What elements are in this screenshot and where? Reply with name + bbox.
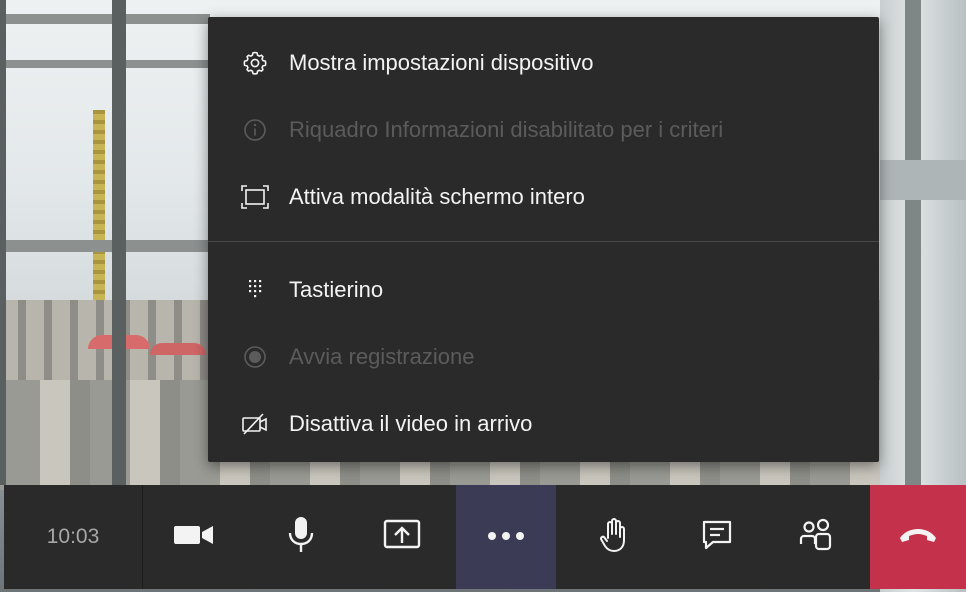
menu-item-disable-incoming-video[interactable]: Disattiva il video in arrivo — [208, 395, 879, 453]
dialpad-icon — [241, 276, 269, 304]
menu-item-label: Avvia registrazione — [289, 344, 475, 369]
hand-icon — [597, 516, 631, 559]
hang-up-button[interactable] — [870, 485, 966, 589]
umbrella — [150, 343, 206, 355]
raise-hand-button[interactable] — [574, 485, 654, 589]
participants-button[interactable] — [776, 485, 856, 589]
menu-item-device-settings[interactable]: Mostra impostazioni dispositivo — [208, 34, 879, 92]
record-icon — [241, 343, 269, 371]
call-toolbar: 10:03 — [4, 485, 966, 589]
gear-icon — [241, 49, 269, 77]
share-screen-icon — [382, 518, 422, 557]
menu-item-start-recording: Avvia registrazione — [208, 328, 879, 386]
phone-hangup-icon — [897, 526, 939, 549]
menu-item-label: Mostra impostazioni dispositivo — [289, 50, 594, 75]
more-actions-button[interactable] — [456, 485, 556, 589]
camera-button[interactable] — [154, 485, 234, 589]
share-button[interactable] — [362, 485, 442, 589]
chat-button[interactable] — [682, 485, 752, 589]
crane — [93, 110, 105, 300]
chat-icon — [700, 518, 734, 557]
menu-item-fullscreen[interactable]: Attiva modalità schermo intero — [208, 168, 879, 226]
people-icon — [797, 516, 835, 559]
menu-item-label: Attiva modalità schermo intero — [289, 184, 585, 209]
fullscreen-icon — [241, 183, 269, 211]
more-actions-menu: Mostra impostazioni dispositivo Riquadro… — [208, 17, 879, 462]
menu-item-info-pane: Riquadro Informazioni disabilitato per i… — [208, 101, 879, 159]
microphone-icon — [286, 515, 316, 560]
menu-item-label: Tastierino — [289, 277, 384, 302]
menu-item-dialpad[interactable]: Tastierino — [208, 261, 879, 319]
video-camera-icon — [172, 522, 216, 553]
mic-button[interactable] — [266, 485, 336, 589]
video-off-icon — [241, 410, 269, 438]
call-timer: 10:03 — [4, 485, 143, 589]
menu-divider — [208, 241, 879, 242]
menu-item-label: Riquadro Informazioni disabilitato per i… — [289, 117, 724, 142]
info-icon — [241, 116, 269, 144]
more-icon — [486, 528, 526, 546]
menu-item-label: Disattiva il video in arrivo — [289, 411, 533, 436]
